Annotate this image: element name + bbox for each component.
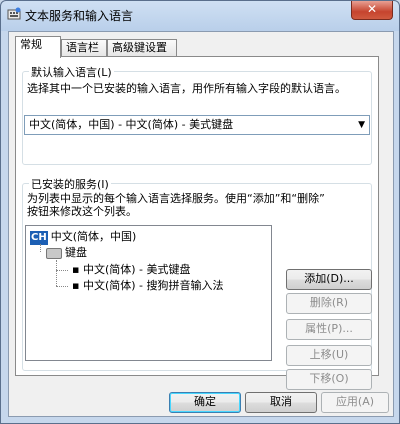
tab-language-bar[interactable]: 语言栏 — [61, 39, 107, 57]
tree-language-label: 中文(简体，中国) — [50, 230, 137, 243]
tab-advanced-key-settings[interactable]: 高级键设置 — [107, 39, 177, 57]
ok-button[interactable]: 确定 — [169, 392, 241, 413]
dialog-client: 常规 语言栏 高级键设置 默认输入语言(L) 选择其中一个已安装的输入语言，用作… — [8, 31, 394, 417]
default-language-value: 中文(简体，中国) - 中文(简体) - 美式键盘 — [29, 118, 234, 131]
add-button[interactable]: 添加(D)... — [286, 269, 372, 290]
dialog-window: 文本服务和输入语言 ✕ 常规 语言栏 高级键设置 默认输入语言(L) 选择其中一… — [0, 0, 400, 424]
default-language-description: 选择其中一个已安装的输入语言，用作所有输入字段的默认语言。 — [27, 82, 346, 95]
tree-item-us-keyboard[interactable]: ▪ 中文(简体) - 美式键盘 — [72, 263, 191, 277]
tree-connector — [56, 286, 68, 287]
tree-item-label: 中文(简体) - 美式键盘 — [82, 263, 191, 276]
installed-services-label: 已安装的服务(I) — [29, 176, 111, 192]
tree-item-label: 中文(简体) - 搜狗拼音输入法 — [82, 279, 224, 292]
keyboard-icon — [46, 247, 62, 259]
apply-button[interactable]: 应用(A) — [321, 392, 389, 413]
properties-button[interactable]: 属性(P)... — [286, 319, 372, 340]
window-title: 文本服务和输入语言 — [25, 9, 134, 23]
tree-node-language[interactable]: CH 中文(简体，中国) — [30, 230, 136, 245]
tree-connector — [40, 244, 41, 252]
tree-item-sogou-pinyin[interactable]: ▪ 中文(简体) - 搜狗拼音输入法 — [72, 279, 224, 293]
tab-general[interactable]: 常规 — [15, 36, 61, 58]
dropdown-arrow-icon: ▼ — [358, 120, 365, 130]
close-icon: ✕ — [366, 2, 378, 16]
default-language-select[interactable]: 中文(简体，中国) - 中文(简体) - 美式键盘 ▼ — [24, 115, 370, 135]
tab-panel-general: 默认输入语言(L) 选择其中一个已安装的输入语言，用作所有输入字段的默认语言。 … — [15, 56, 379, 390]
close-button[interactable]: ✕ — [351, 1, 393, 20]
tree-connector — [56, 270, 68, 271]
installed-services-description-1: 为列表中显示的每个输入语言选择服务。使用“添加”和“删除” — [27, 192, 325, 205]
language-badge-icon: CH — [30, 231, 48, 245]
default-language-label: 默认输入语言(L) — [29, 64, 114, 80]
title-bar[interactable]: 文本服务和输入语言 ✕ — [1, 1, 399, 29]
move-up-button[interactable]: 上移(U) — [286, 345, 372, 366]
cancel-button[interactable]: 取消 — [245, 392, 317, 413]
installed-services-description-2: 按钮来修改这个列表。 — [27, 205, 137, 218]
remove-button[interactable]: 删除(R) — [286, 293, 372, 314]
move-down-button[interactable]: 下移(O) — [286, 369, 372, 390]
installed-services-tree[interactable]: CH 中文(简体，中国) 键盘 ▪ 中文(简体) - 美式键盘 ▪ 中文(简体) … — [25, 225, 272, 361]
tree-keyboard-label: 键盘 — [65, 246, 87, 259]
tree-connector — [56, 260, 57, 286]
tree-node-keyboard[interactable]: 键盘 — [46, 246, 87, 260]
bullet-icon: ▪ — [72, 263, 83, 276]
bullet-icon: ▪ — [72, 279, 83, 292]
text-services-icon — [7, 7, 21, 20]
